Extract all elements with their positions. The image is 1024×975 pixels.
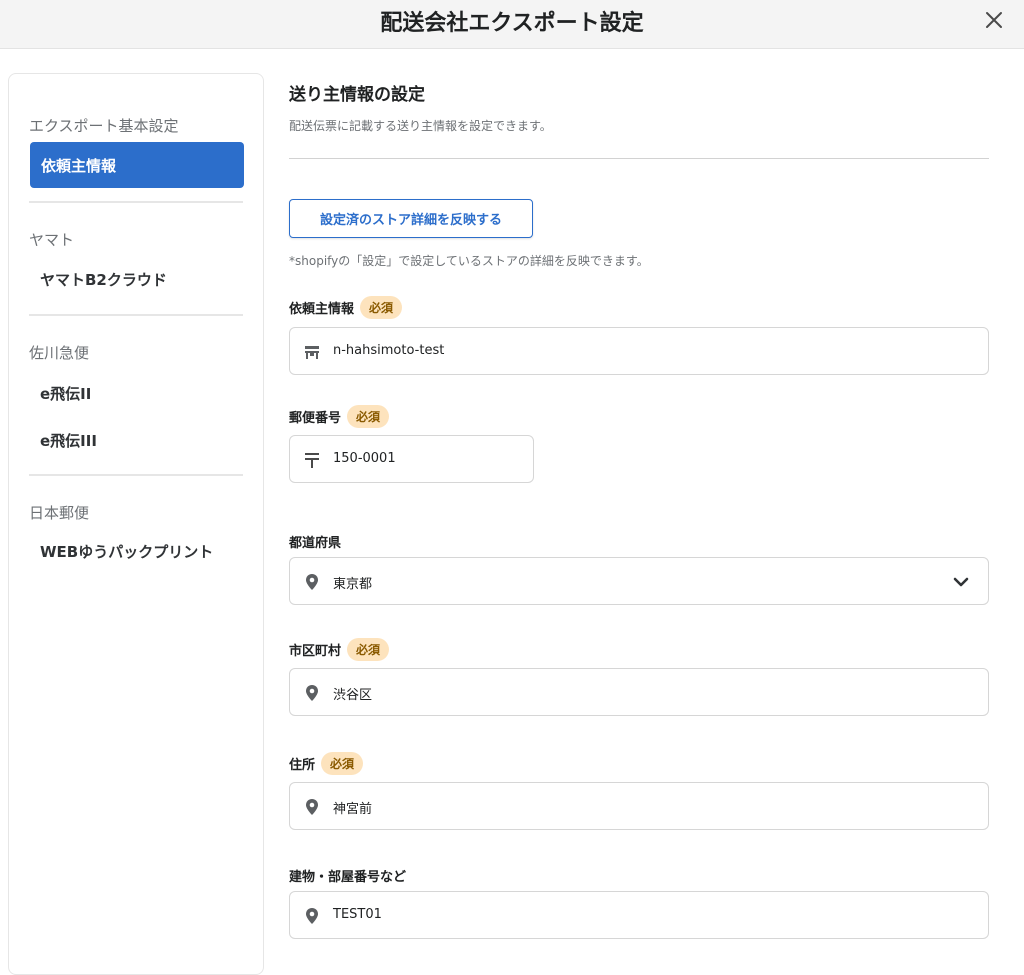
sender-settings-panel: 送り主情報の設定 配送伝票に記載する送り主情報を設定できます。 設定済のストア詳… (289, 0, 989, 959)
sidebar-heading-japan-post: 日本郵便 (29, 504, 90, 522)
sidebar-item-web-yupack-print[interactable]: WEBゆうパックプリント (40, 541, 213, 562)
section-title: 送り主情報の設定 (289, 85, 425, 105)
sidebar-divider (29, 474, 243, 476)
required-badge: 必須 (347, 405, 390, 428)
required-badge: 必須 (347, 638, 390, 661)
sidebar-divider (29, 314, 243, 316)
sidebar-heading-export-basic: エクスポート基本設定 (29, 117, 179, 135)
sidebar-item-requester-info[interactable]: 依頼主情報 (30, 142, 244, 188)
location-pin-icon (306, 574, 318, 590)
address-label-text: 住所 (289, 758, 316, 773)
section-description: 配送伝票に記載する送り主情報を設定できます。 (289, 119, 552, 133)
required-badge: 必須 (360, 296, 403, 319)
building-input[interactable]: TEST01 (289, 891, 989, 939)
settings-sidebar: エクスポート基本設定 依頼主情報 ヤマト ヤマトB2クラウド 佐川急便 e飛伝I… (8, 73, 264, 975)
section-divider (289, 158, 989, 159)
building-field-label: 建物・部屋番号など (289, 866, 406, 885)
address-value: 神宮前 (333, 802, 373, 817)
store-icon (305, 346, 319, 359)
postal-code-input[interactable]: 150-0001 (289, 435, 534, 483)
postal-label-text: 郵便番号 (289, 411, 342, 426)
postal-mark-icon (305, 453, 319, 468)
location-pin-icon (306, 685, 318, 701)
sidebar-heading-yamato: ヤマト (29, 231, 75, 249)
city-field-label: 市区町村 必須 (289, 638, 390, 661)
reflect-note: *shopifyの「設定」で設定しているストアの詳細を反映できます。 (289, 254, 649, 268)
reflect-store-details-button[interactable]: 設定済のストア詳細を反映する (289, 199, 533, 238)
requester-field-label: 依頼主情報 必須 (289, 296, 403, 319)
city-label-text: 市区町村 (289, 644, 342, 659)
building-value: TEST01 (333, 907, 382, 922)
location-pin-icon (306, 799, 318, 815)
sidebar-divider (29, 201, 243, 203)
sidebar-item-yamato-b2-cloud[interactable]: ヤマトB2クラウド (40, 269, 167, 290)
required-badge: 必須 (321, 752, 364, 775)
prefecture-field-label: 都道府県 (289, 532, 341, 551)
address-input[interactable]: 神宮前 (289, 782, 989, 830)
prefecture-label-text: 都道府県 (289, 536, 342, 551)
prefecture-select[interactable]: 東京都 (289, 557, 989, 605)
city-input[interactable]: 渋谷区 (289, 668, 989, 716)
postal-field-label: 郵便番号 必須 (289, 405, 390, 428)
chevron-down-icon[interactable] (952, 573, 970, 591)
address-field-label: 住所 必須 (289, 752, 364, 775)
city-value: 渋谷区 (333, 688, 373, 703)
sidebar-heading-sagawa: 佐川急便 (29, 344, 90, 362)
location-pin-icon (306, 908, 318, 924)
prefecture-value: 東京都 (333, 577, 373, 592)
sidebar-item-e-hiden-ii[interactable]: e飛伝II (40, 383, 91, 404)
requester-input[interactable]: n-hahsimoto-test (289, 327, 989, 375)
requester-value: n-hahsimoto-test (333, 343, 445, 358)
building-label-text: 建物・部屋番号など (289, 870, 407, 885)
postal-code-value: 150-0001 (333, 451, 396, 466)
requester-label-text: 依頼主情報 (289, 302, 355, 317)
sidebar-item-e-hiden-iii[interactable]: e飛伝III (40, 430, 97, 451)
